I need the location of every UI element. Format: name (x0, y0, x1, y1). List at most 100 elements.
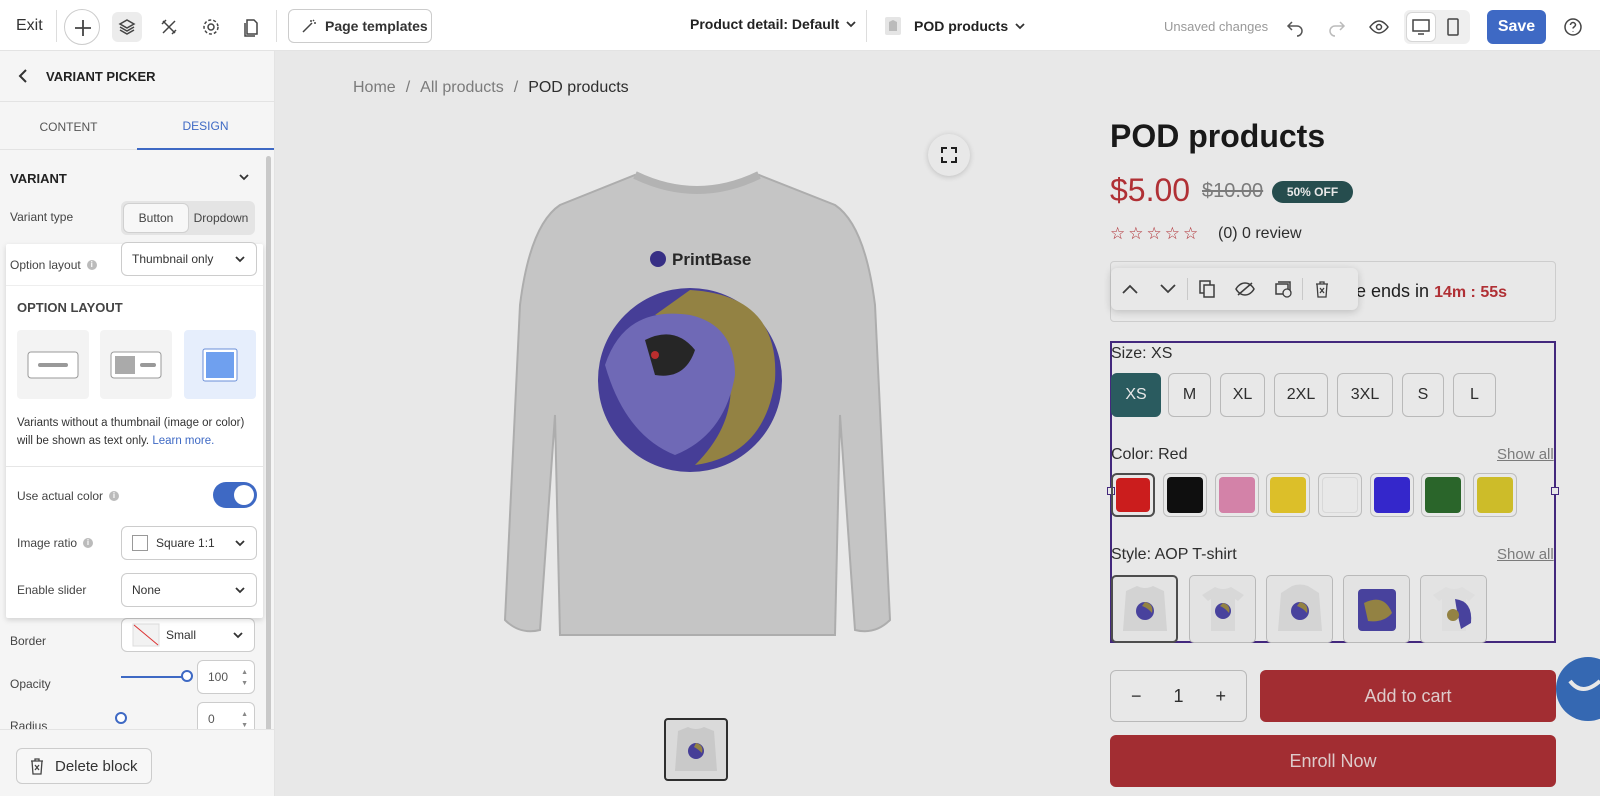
style-option[interactable] (1266, 575, 1333, 643)
add-to-cart-button[interactable]: Add to cart (1260, 670, 1556, 722)
delete-block-button[interactable]: Delete block (16, 748, 152, 784)
variant-type-dropdown-option[interactable]: Dropdown (190, 204, 252, 232)
color-swatch[interactable] (1266, 473, 1310, 517)
opacity-slider[interactable] (121, 676, 187, 678)
info-icon[interactable]: i (83, 538, 94, 548)
divider (276, 10, 277, 42)
style-option[interactable] (1420, 575, 1487, 643)
product-price: $5.00 (1110, 172, 1191, 208)
move-up-button[interactable] (1111, 268, 1149, 310)
option-layout-select[interactable]: Thumbnail only (121, 242, 257, 276)
color-swatch[interactable] (1163, 473, 1207, 517)
exit-button[interactable]: Exit (16, 17, 43, 35)
rating-stars: ☆☆☆☆☆ (1110, 224, 1202, 243)
sidebar-scrollbar[interactable] (266, 156, 271, 784)
info-icon[interactable]: i (86, 260, 97, 270)
enroll-now-button[interactable]: Enroll Now (1110, 735, 1556, 787)
sale-prefix: e ends in (1356, 281, 1430, 301)
sidebar-footer: Delete block (0, 729, 274, 796)
desktop-view-button[interactable] (1407, 13, 1435, 41)
quantity-decrement-button[interactable]: − (1131, 686, 1142, 707)
tab-content[interactable]: CONTENT (0, 103, 137, 150)
size-option-s[interactable]: S (1402, 373, 1444, 417)
undo-button[interactable] (1280, 12, 1310, 42)
size-option-3xl[interactable]: 3XL (1337, 373, 1393, 417)
pages-icon (244, 19, 258, 37)
size-option-xs[interactable]: XS (1111, 373, 1161, 417)
quantity-increment-button[interactable]: + (1215, 686, 1226, 707)
size-option-xl[interactable]: XL (1220, 373, 1265, 417)
show-all-colors-link[interactable]: Show all (1497, 446, 1554, 463)
resize-handle-right[interactable] (1551, 487, 1559, 495)
color-swatch[interactable] (1370, 473, 1414, 517)
size-option-m[interactable]: M (1168, 373, 1211, 417)
learn-more-link[interactable]: Learn more. (152, 435, 214, 447)
save-as-template-button[interactable] (1264, 268, 1302, 310)
back-arrow-icon[interactable] (18, 69, 28, 83)
border-select[interactable]: Small (121, 618, 255, 652)
layers-button[interactable] (112, 12, 142, 42)
move-down-button[interactable] (1149, 268, 1187, 310)
style-option[interactable] (1111, 575, 1178, 643)
show-all-styles-link[interactable]: Show all (1497, 546, 1554, 563)
layout-thumbnail-only-option[interactable] (184, 330, 256, 399)
decrement-icon[interactable]: ▼ (241, 679, 248, 688)
use-actual-color-toggle[interactable] (213, 482, 257, 508)
opacity-label: Opacity (10, 677, 51, 691)
product-thumbnail-icon (885, 17, 901, 35)
opacity-stepper[interactable]: 100 ▲ ▼ (197, 660, 255, 694)
image-ratio-select[interactable]: Square 1:1 (121, 526, 257, 560)
delete-button[interactable] (1303, 268, 1341, 310)
hoodie-icon (1277, 584, 1322, 631)
duplicate-button[interactable] (1188, 268, 1226, 310)
radius-slider-handle[interactable] (115, 712, 127, 724)
add-section-button[interactable] (64, 9, 100, 45)
increment-icon[interactable]: ▲ (241, 668, 248, 677)
enable-slider-select[interactable]: None (121, 573, 257, 607)
pages-button[interactable] (236, 12, 266, 42)
hide-button[interactable] (1226, 268, 1264, 310)
preview-button[interactable] (1364, 12, 1394, 42)
trash-icon (31, 758, 43, 775)
breadcrumb-all-products[interactable]: All products (420, 79, 504, 97)
chevron-up-icon (1122, 284, 1138, 294)
variant-section-header[interactable]: VARIANT (10, 171, 250, 186)
tab-design[interactable]: DESIGN (137, 103, 274, 150)
page-templates-button[interactable]: Page templates (288, 9, 432, 43)
style-option[interactable] (1189, 575, 1256, 643)
chat-widget-button[interactable] (1556, 657, 1600, 721)
redo-button[interactable] (1322, 12, 1352, 42)
quantity-value[interactable]: 1 (1173, 686, 1183, 707)
mobile-view-button[interactable] (1439, 13, 1467, 41)
color-swatch[interactable] (1421, 473, 1465, 517)
collection-selector-dropdown[interactable]: POD products (884, 16, 1026, 36)
save-button[interactable]: Save (1487, 10, 1546, 44)
elements-button[interactable] (154, 12, 184, 42)
review-count[interactable]: (0) 0 review (1218, 225, 1302, 243)
info-icon[interactable]: i (109, 491, 120, 501)
increment-icon[interactable]: ▲ (241, 710, 248, 719)
layout-text-only-option[interactable] (17, 330, 89, 399)
product-image[interactable]: PrintBase (495, 165, 900, 650)
page-selector-dropdown[interactable]: Product detail: Default (690, 16, 857, 32)
option-layout-popover: Option layout i Thumbnail only OPTION LA… (6, 242, 263, 618)
color-swatch[interactable] (1111, 473, 1155, 517)
color-swatch[interactable] (1473, 473, 1517, 517)
size-option-2xl[interactable]: 2XL (1274, 373, 1328, 417)
style-option[interactable] (1343, 575, 1410, 643)
variant-type-button-option[interactable]: Button (124, 204, 188, 232)
chevron-down-icon (846, 21, 856, 28)
size-option-l[interactable]: L (1453, 373, 1496, 417)
color-swatch[interactable] (1318, 473, 1362, 517)
settings-button[interactable] (196, 12, 226, 42)
breadcrumb-home[interactable]: Home (353, 79, 396, 97)
sale-countdown-text: e ends in 14m : 55s (1356, 281, 1507, 302)
page-templates-label: Page templates (325, 18, 428, 34)
layout-thumbnail-text-option[interactable] (100, 330, 172, 399)
product-thumbnail[interactable] (664, 718, 728, 781)
color-swatch[interactable] (1215, 473, 1259, 517)
chevron-down-icon (235, 540, 245, 547)
opacity-slider-handle[interactable] (181, 670, 193, 682)
fullscreen-button[interactable] (928, 134, 970, 176)
help-button[interactable] (1558, 12, 1588, 42)
